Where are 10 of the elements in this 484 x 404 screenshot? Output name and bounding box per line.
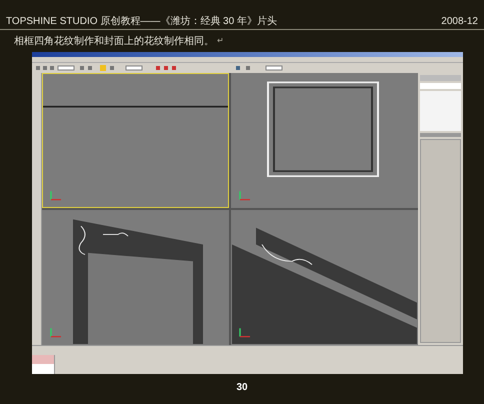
axis-icon	[50, 191, 61, 200]
axis-icon	[50, 328, 61, 338]
axis-icon	[239, 191, 250, 200]
caption-text: 相框四角花纹制作和封面上的花纹制作相同。	[14, 34, 214, 48]
document-date: 2008-12	[441, 17, 478, 29]
paragraph-mark: ↵	[217, 35, 224, 47]
page-number: 30	[236, 381, 248, 395]
viewport[interactable]	[231, 73, 418, 208]
document-header: TOPSHINE STUDIO 原创教程——《潍坊：经典 30 年》片头	[6, 17, 277, 29]
axis-icon	[239, 328, 250, 338]
